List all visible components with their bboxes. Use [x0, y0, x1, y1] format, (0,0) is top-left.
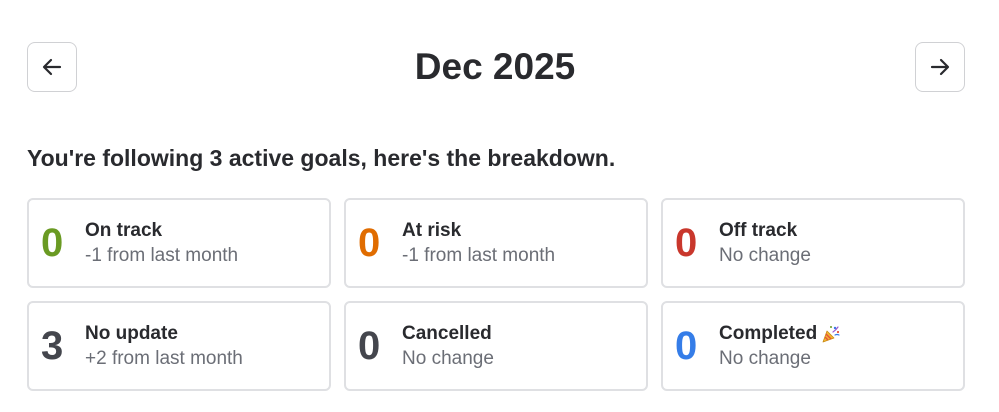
status-label: At risk [402, 220, 461, 242]
status-count: 0 [358, 324, 381, 368]
status-label-text: Cancelled [402, 323, 492, 344]
status-label: Cancelled [402, 323, 492, 345]
status-card-on-track[interactable]: 0 On track -1 from last month [27, 198, 331, 288]
goals-monthly-breakdown: Dec 2025 You're following 3 active goals… [0, 0, 999, 412]
next-month-button[interactable] [915, 42, 965, 92]
goals-summary-text: You're following 3 active goals, here's … [27, 145, 616, 171]
status-count: 0 [675, 221, 698, 265]
status-label-text: Completed [719, 323, 818, 344]
status-delta: No change [719, 245, 811, 266]
status-delta: +2 from last month [85, 348, 243, 369]
status-label: On track [85, 220, 162, 242]
arrow-left-icon [42, 58, 62, 76]
status-delta: -1 from last month [85, 245, 239, 266]
status-count: 3 [41, 324, 64, 368]
status-delta: No change [719, 348, 811, 369]
status-card-grid: 0 On track -1 from last month 0 At risk … [27, 198, 965, 391]
status-count: 0 [675, 324, 698, 368]
status-label: Completed [719, 323, 841, 345]
status-card-off-track[interactable]: 0 Off track No change [661, 198, 965, 288]
status-count: 0 [358, 221, 381, 265]
status-count: 0 [41, 221, 64, 265]
status-label: No update [85, 323, 178, 345]
previous-month-button[interactable] [27, 42, 77, 92]
status-label-text: On track [85, 220, 163, 241]
status-label-text: No update [85, 323, 178, 344]
status-delta: -1 from last month [402, 245, 556, 266]
month-title: Dec 2025 [414, 46, 576, 87]
status-card-at-risk[interactable]: 0 At risk -1 from last month [344, 198, 648, 288]
status-card-cancelled[interactable]: 0 Cancelled No change [344, 301, 648, 391]
status-card-completed[interactable]: 0 Completed No change [661, 301, 965, 391]
status-label-text: At risk [402, 220, 462, 241]
status-card-no-update[interactable]: 3 No update +2 from last month [27, 301, 331, 391]
party-popper-icon [822, 326, 840, 343]
arrow-right-icon [930, 58, 950, 76]
status-delta: No change [402, 348, 494, 369]
status-label: Off track [719, 220, 797, 242]
status-label-text: Off track [719, 220, 798, 241]
